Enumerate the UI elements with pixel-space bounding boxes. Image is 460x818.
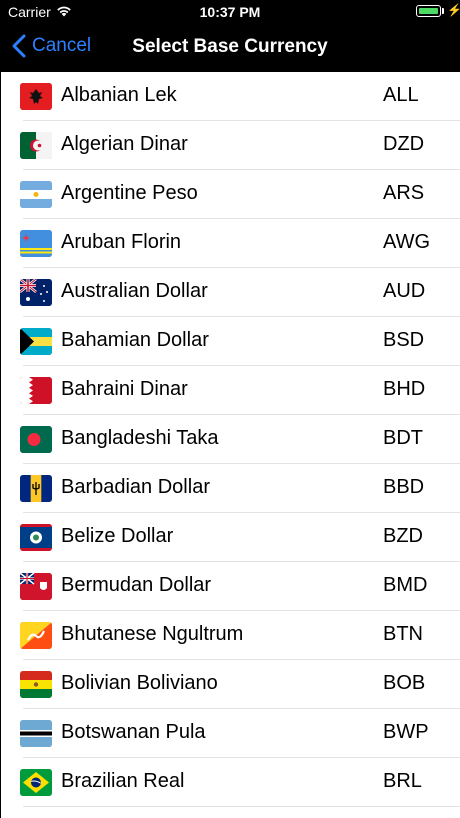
currency-code: BRL <box>383 770 422 792</box>
list-item[interactable]: Barbadian Dollar BBD <box>1 464 460 513</box>
currency-code: BSD <box>383 329 425 351</box>
currency-name: Brazilian Real <box>61 770 185 792</box>
list-item[interactable]: Australian Dollar AUD <box>1 268 460 317</box>
currency-name: Albanian Lek <box>61 84 177 106</box>
status-bar: Carrier 10:37 PM ⚡ <box>0 0 460 24</box>
currency-name: Australian Dollar <box>61 280 208 302</box>
bahrain-flag-icon <box>20 377 52 404</box>
algeria-flag-icon <box>20 132 52 159</box>
page-title: Select Base Currency <box>132 36 328 57</box>
currency-name: Barbadian Dollar <box>61 476 210 498</box>
list-item[interactable]: Argentine Peso ARS <box>1 170 460 219</box>
battery-cap <box>442 8 444 14</box>
botswana-flag-icon <box>20 720 52 747</box>
currency-code: AWG <box>383 231 431 253</box>
bahamas-flag-icon <box>20 328 52 355</box>
currency-name: Bermudan Dollar <box>61 574 212 596</box>
currency-name: Botswanan Pula <box>61 721 206 743</box>
list-item[interactable]: Bangladeshi Taka BDT <box>1 415 460 464</box>
currency-code: BHD <box>383 378 426 400</box>
currency-code: BMD <box>383 574 428 596</box>
albania-flag-icon <box>20 83 52 110</box>
currency-list[interactable]: Albanian Lek ALL Algerian Dinar DZD Arge… <box>1 72 460 818</box>
barbados-flag-icon <box>20 475 52 502</box>
currency-name: Aruban Florin <box>61 231 182 253</box>
currency-name: Argentine Peso <box>61 182 198 204</box>
currency-code: AUD <box>383 280 426 302</box>
list-item-partial[interactable] <box>1 807 460 818</box>
currency-name: Algerian Dinar <box>61 133 188 155</box>
charging-bolt-icon: ⚡ <box>447 3 460 17</box>
list-item[interactable]: Belize Dollar BZD <box>1 513 460 562</box>
currency-name: Bahamian Dollar <box>61 329 209 351</box>
clock: 10:37 PM <box>199 4 261 20</box>
currency-code: BOB <box>383 672 426 694</box>
battery-icon <box>416 5 441 17</box>
currency-code: ARS <box>383 182 425 204</box>
bolivia-flag-icon <box>20 671 52 698</box>
belize-flag-icon <box>20 524 52 551</box>
currency-code: BDT <box>383 427 423 449</box>
australia-flag-icon <box>20 279 52 306</box>
currency-code: ALL <box>383 84 419 106</box>
navigation-bar: Cancel Select Base Currency <box>0 24 460 70</box>
list-item[interactable]: Albanian Lek ALL <box>1 72 460 121</box>
currency-name: Bhutanese Ngultrum <box>61 623 244 645</box>
list-item[interactable]: Bahamian Dollar BSD <box>1 317 460 366</box>
list-item[interactable]: Botswanan Pula BWP <box>1 709 460 758</box>
currency-name: Bangladeshi Taka <box>61 427 219 449</box>
currency-name: Bolivian Boliviano <box>61 672 218 694</box>
currency-name: Belize Dollar <box>61 525 174 547</box>
list-item[interactable]: Algerian Dinar DZD <box>1 121 460 170</box>
list-item[interactable]: Brazilian Real BRL <box>1 758 460 807</box>
list-item[interactable]: Aruban Florin AWG <box>1 219 460 268</box>
aruba-flag-icon <box>20 230 52 257</box>
list-item[interactable]: Bhutanese Ngultrum BTN <box>1 611 460 660</box>
brazil-flag-icon <box>20 769 52 796</box>
list-item[interactable]: Bahraini Dinar BHD <box>1 366 460 415</box>
list-item[interactable]: Bermudan Dollar BMD <box>1 562 460 611</box>
currency-code: BBD <box>383 476 425 498</box>
argentina-flag-icon <box>20 181 52 208</box>
currency-code: BWP <box>383 721 429 743</box>
bhutan-flag-icon <box>20 622 52 649</box>
currency-code: BTN <box>383 623 423 645</box>
bangladesh-flag-icon <box>20 426 52 453</box>
currency-code: DZD <box>383 133 425 155</box>
currency-name: Bahraini Dinar <box>61 378 188 400</box>
currency-code: BZD <box>383 525 423 547</box>
list-item[interactable]: Bolivian Boliviano BOB <box>1 660 460 709</box>
bermuda-flag-icon <box>20 573 52 600</box>
